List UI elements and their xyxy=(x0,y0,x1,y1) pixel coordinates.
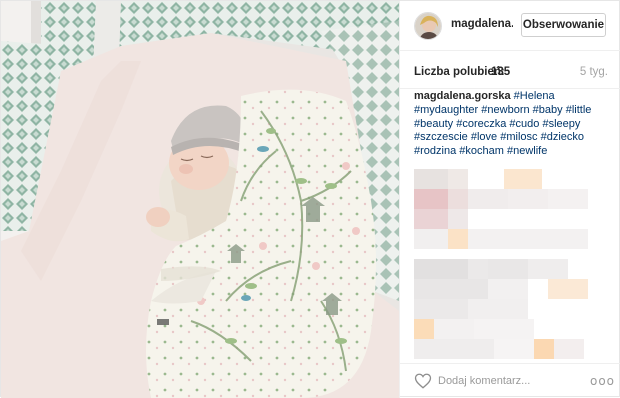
post-time[interactable]: 5 tyg. xyxy=(580,66,608,78)
add-comment-input[interactable] xyxy=(438,371,568,391)
mosaic-block xyxy=(488,259,528,279)
hashtag[interactable]: #milosc xyxy=(500,131,537,143)
mosaic-block xyxy=(414,319,434,339)
more-options-icon[interactable]: ooo xyxy=(590,373,614,389)
mosaic-block xyxy=(508,189,548,209)
comment-bar: ooo xyxy=(400,363,620,398)
mosaic-block xyxy=(468,259,488,279)
likes-count[interactable]: 135 xyxy=(491,66,510,78)
hashtag[interactable]: #szczescie xyxy=(414,131,468,143)
hashtag[interactable]: #little xyxy=(566,104,592,116)
hashtag[interactable]: #mydaughter xyxy=(414,104,478,116)
mosaic-block xyxy=(448,209,468,229)
mosaic-block xyxy=(488,279,528,299)
heart-outline-icon[interactable] xyxy=(414,372,432,390)
mosaic-block xyxy=(534,339,554,359)
mosaic-block xyxy=(414,189,448,209)
mosaic-block xyxy=(414,169,448,189)
mosaic-block xyxy=(414,229,448,249)
mosaic-block xyxy=(448,169,468,189)
mosaic-block xyxy=(414,209,448,229)
post-caption: magdalena.gorska #Helena #mydaughter #ne… xyxy=(414,90,610,159)
hashtag[interactable]: #baby xyxy=(533,104,563,116)
mosaic-block xyxy=(554,339,584,359)
mosaic-block xyxy=(448,229,468,249)
mosaic-block xyxy=(528,259,568,279)
hashtag[interactable]: #newborn xyxy=(481,104,529,116)
post-username[interactable]: magdalena.... xyxy=(451,18,513,30)
hashtag[interactable]: #sleepy xyxy=(542,118,580,130)
likes-row: Liczba polubień: 135 5 tyg. xyxy=(400,51,620,89)
mosaic-block xyxy=(548,189,588,209)
post-header: magdalena.... Obserwowanie xyxy=(400,1,620,51)
hashtag[interactable]: #kocham xyxy=(459,145,504,157)
hashtag[interactable]: #beauty xyxy=(414,118,453,130)
mosaic-block xyxy=(468,229,588,249)
caption-author[interactable]: magdalena.gorska xyxy=(414,90,511,102)
mosaic-block xyxy=(414,259,468,279)
mosaic-block xyxy=(414,279,488,299)
hashtag[interactable]: #dziecko xyxy=(541,131,584,143)
hashtag[interactable]: #Helena xyxy=(514,90,555,102)
hashtag[interactable]: #newlife xyxy=(507,145,547,157)
mosaic-block xyxy=(468,299,528,319)
obscured-comments xyxy=(414,161,612,361)
post-sidebar: magdalena.... Obserwowanie Liczba polubi… xyxy=(399,1,620,398)
mosaic-block xyxy=(468,189,508,209)
mosaic-block xyxy=(474,319,534,339)
mosaic-block xyxy=(414,299,468,319)
hashtag[interactable]: #rodzina xyxy=(414,145,456,157)
mosaic-block xyxy=(504,169,542,189)
avatar-photo xyxy=(415,13,441,39)
hashtag[interactable]: #coreczka xyxy=(456,118,506,130)
avatar[interactable] xyxy=(414,12,442,40)
mosaic-block xyxy=(494,339,534,359)
baby-in-crib-image xyxy=(1,1,399,398)
mosaic-block xyxy=(548,279,588,299)
hashtag[interactable]: #love xyxy=(471,131,497,143)
hashtag[interactable]: #cudo xyxy=(509,118,539,130)
mosaic-block xyxy=(434,319,474,339)
instagram-post: magdalena.... Obserwowanie Liczba polubi… xyxy=(0,0,620,398)
post-photo[interactable] xyxy=(1,1,399,398)
mosaic-block xyxy=(414,339,494,359)
follow-button[interactable]: Obserwowanie xyxy=(521,13,606,37)
mosaic-block xyxy=(448,189,468,209)
